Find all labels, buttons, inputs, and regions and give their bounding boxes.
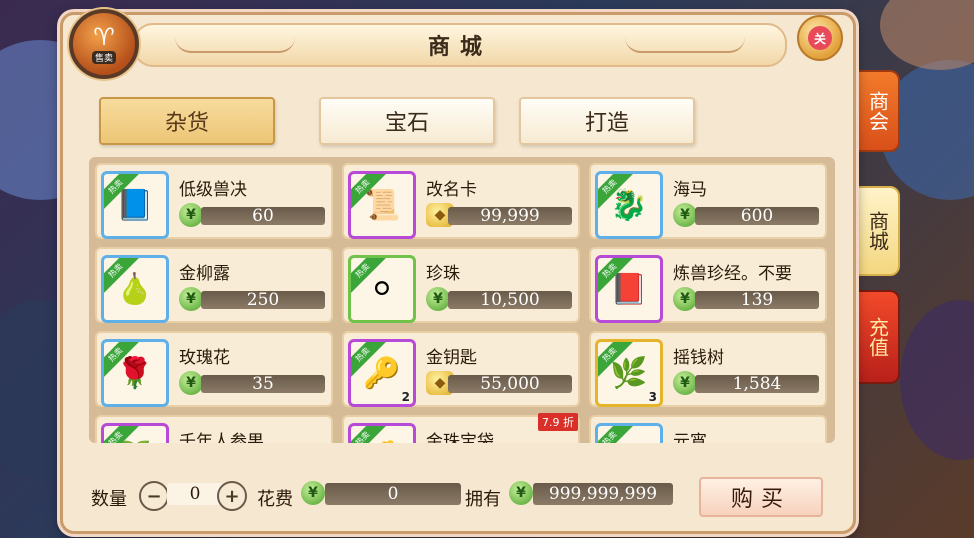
side-tab-recharge[interactable]: 充值 — [856, 290, 900, 384]
item-price: 60 — [201, 207, 325, 226]
silver-coin-icon: ¥ — [673, 203, 697, 227]
item-icon-frame: 热卖💰 — [348, 423, 416, 443]
quantity-plus-button[interactable]: + — [217, 481, 247, 511]
tab-gems[interactable]: 宝石 — [319, 97, 495, 145]
item-price: 55,000 — [448, 375, 572, 394]
shop-item-card[interactable]: 热卖 🌿 3 摇钱树 ¥1,584 — [589, 331, 827, 407]
item-name: 玫瑰花 — [179, 348, 230, 368]
badge-label: 售卖 — [91, 50, 116, 64]
item-icon-frame: 热卖 🍐 — [101, 255, 169, 323]
tome-icon: 📕 — [610, 271, 648, 307]
minus-icon: − — [146, 485, 162, 507]
tab-forge[interactable]: 打造 — [519, 97, 695, 145]
item-icon-frame: 热卖⚪ — [595, 423, 663, 443]
item-icon-frame: 热卖 📕 — [595, 255, 663, 323]
buy-button[interactable]: 购买 — [699, 477, 823, 517]
shop-badge-icon: ♈ 售卖 — [69, 9, 139, 79]
shop-item-card[interactable]: 热卖 🌹 玫瑰花 ¥35 — [95, 331, 333, 407]
item-price: 99,999 — [448, 207, 572, 226]
item-grid: 热卖 📘 低级兽决 ¥60 热卖 📜 改名卡 ◆ 99,999 热卖 🐉 海马 ¥600 热卖 🍐 金柳露 ¥2… — [95, 163, 835, 443]
silver-coin-icon: ¥ — [179, 287, 203, 311]
shop-item-card[interactable]: 热卖 📘 低级兽决 ¥60 — [95, 163, 333, 239]
silver-coin-icon: ¥ — [673, 371, 697, 395]
rose-icon: 🌹 — [116, 355, 154, 391]
cost-coin-icon: ¥ — [301, 481, 325, 505]
silver-coin-icon: ¥ — [673, 287, 697, 311]
side-tab-guild[interactable]: 商会 — [856, 70, 900, 152]
book-icon: 📘 — [116, 187, 154, 223]
item-price: 35 — [201, 375, 325, 394]
shop-item-card[interactable]: 热卖💰金珠宝袋7.9 折◆ — [342, 413, 580, 443]
silver-coin-icon: ¥ — [179, 371, 203, 395]
discount-badge: 7.9 折 — [538, 413, 578, 431]
item-icon-frame: 热卖🍑 — [101, 423, 169, 443]
shop-window: 商城 ♈ 售卖 关 杂货 宝石 打造 热卖 📘 低级兽决 ¥60 热卖 📜 改名卡 ◆ 99,9… — [60, 9, 856, 534]
item-icon-frame: 热卖 🔑 2 — [348, 339, 416, 407]
item-price: 139 — [695, 291, 819, 310]
item-name: 炼兽珍经。不要 — [673, 264, 792, 284]
title-swirl-left-decoration — [175, 37, 295, 53]
title-bar: 商城 — [133, 23, 787, 67]
item-stack-count: 3 — [648, 390, 657, 404]
item-name: 千年人参果 — [179, 432, 264, 443]
quantity-label: 数量 — [91, 489, 127, 510]
plus-icon: + — [224, 485, 240, 507]
item-name: 元宵 — [673, 432, 707, 443]
rice-ball-icon: ⚪ — [616, 440, 641, 444]
shop-item-card[interactable]: 热卖 🔑 2 金钥匙 ◆ 55,000 — [342, 331, 580, 407]
item-icon-frame: 热卖 📜 — [348, 171, 416, 239]
title-swirl-right-decoration — [625, 37, 745, 53]
item-name: 摇钱树 — [673, 348, 724, 368]
cost-value: 0 — [325, 483, 461, 505]
shop-item-card[interactable]: 热卖 📜 改名卡 ◆ 99,999 — [342, 163, 580, 239]
potion-icon: 🍐 — [116, 271, 154, 307]
quantity-minus-button[interactable]: − — [139, 481, 169, 511]
item-price: 600 — [695, 207, 819, 226]
sheep-emblem-icon: ♈ — [93, 22, 115, 51]
item-name: 改名卡 — [426, 180, 477, 200]
item-icon-frame: 热卖 📘 — [101, 171, 169, 239]
close-button[interactable]: 关 — [797, 15, 843, 61]
tab-groceries[interactable]: 杂货 — [99, 97, 275, 145]
quantity-input[interactable]: 0 — [167, 483, 223, 505]
own-value: 999,999,999 — [533, 483, 673, 505]
shop-item-card[interactable]: 热卖 📕 炼兽珍经。不要 ¥139 — [589, 247, 827, 323]
shop-item-card[interactable]: 热卖 ⚪ 珍珠 ¥10,500 — [342, 247, 580, 323]
own-label: 拥有 — [465, 489, 501, 510]
key-icon: 🔑 — [363, 355, 401, 391]
shop-item-card[interactable]: 热卖 🐉 海马 ¥600 — [589, 163, 827, 239]
own-coin-icon: ¥ — [509, 481, 533, 505]
scroll-icon: 📜 — [363, 187, 401, 223]
cost-label: 花费 — [257, 489, 293, 510]
item-name: 金珠宝袋 — [426, 432, 494, 443]
seahorse-icon: 🐉 — [610, 187, 648, 223]
shop-item-card[interactable]: 热卖🍑千年人参果¥ — [95, 415, 333, 443]
item-icon-frame: 热卖 🌹 — [101, 339, 169, 407]
close-icon: 关 — [808, 26, 832, 50]
item-name: 海马 — [673, 180, 707, 200]
item-stack-count: 2 — [401, 390, 410, 404]
money-tree-icon: 🌿 — [610, 355, 648, 391]
shop-item-card[interactable]: 热卖⚪元宵¥ — [589, 415, 827, 443]
item-name: 金柳露 — [179, 264, 230, 284]
item-price: 250 — [201, 291, 325, 310]
item-icon-frame: 热卖 🐉 — [595, 171, 663, 239]
item-price: 10,500 — [448, 291, 572, 310]
item-name: 珍珠 — [426, 264, 460, 284]
side-tab-mall[interactable]: 商城 — [856, 186, 900, 276]
item-name: 低级兽决 — [179, 180, 247, 200]
item-icon-frame: 热卖 🌿 3 — [595, 339, 663, 407]
silver-coin-icon: ¥ — [426, 287, 450, 311]
shop-item-card[interactable]: 热卖 🍐 金柳露 ¥250 — [95, 247, 333, 323]
silver-coin-icon: ¥ — [179, 203, 203, 227]
item-price: 1,584 — [695, 375, 819, 394]
item-grid-panel[interactable]: 热卖 📘 低级兽决 ¥60 热卖 📜 改名卡 ◆ 99,999 热卖 🐉 海马 ¥600 热卖 🍐 金柳露 ¥2… — [89, 157, 835, 443]
window-title: 商城 — [427, 35, 492, 60]
item-name: 金钥匙 — [426, 348, 477, 368]
item-icon-frame: 热卖⚪ — [348, 255, 416, 323]
pearl-icon: ⚪ — [369, 271, 395, 307]
